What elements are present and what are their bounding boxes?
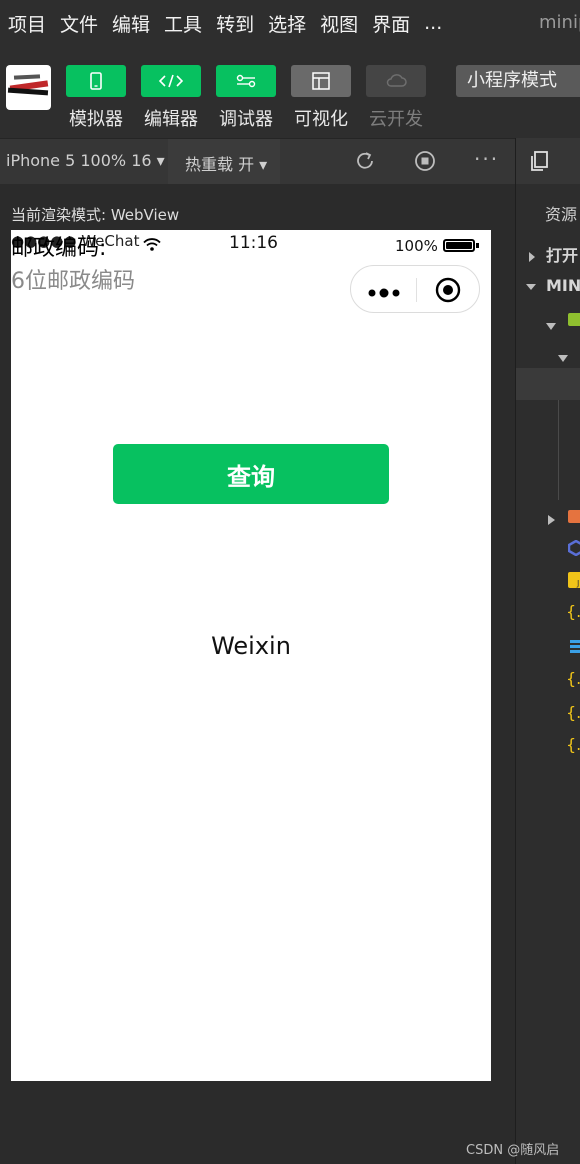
json-file-icon: {.	[566, 703, 580, 722]
simulator-panel: 当前渲染模式: WebView ●●●●● WeChat 11:16 100% …	[0, 184, 516, 1164]
chevron-down-icon[interactable]	[546, 316, 556, 335]
stop-icon[interactable]	[414, 150, 436, 176]
layout-icon	[291, 65, 351, 97]
explorer-panel: 资源 打开 MINI J {. {. {. {.	[516, 138, 580, 1164]
menu-interface[interactable]: 界面	[372, 10, 410, 37]
menu-edit[interactable]: 编辑	[112, 10, 150, 37]
menu-view[interactable]: 视图	[320, 10, 358, 37]
phone-icon	[66, 65, 126, 97]
watermark: CSDN @随风启	[466, 1143, 560, 1158]
svg-text:J: J	[576, 579, 579, 588]
project-section[interactable]: MINI	[516, 276, 580, 295]
chevron-right-icon[interactable]	[548, 510, 556, 529]
hot-reload-label: 热重载 开 ▾	[185, 155, 268, 174]
debugger-button[interactable]: 调试器	[216, 65, 276, 131]
json-file-icon: {.	[566, 602, 580, 621]
debug-icon	[216, 65, 276, 97]
resource-manager-label: 资源	[545, 205, 578, 224]
device-select[interactable]: iPhone 5 100% 16 ▾	[6, 151, 165, 170]
refresh-icon[interactable]	[354, 150, 376, 176]
phone-screen: ●●●●● WeChat 11:16 100% 邮政编码: 6位邮政编码 查询 …	[11, 230, 491, 1081]
visualize-label: 可视化	[294, 109, 348, 130]
wxss-file-icon	[568, 638, 580, 658]
more-icon[interactable]: ···	[474, 147, 499, 171]
visualize-button[interactable]: 可视化	[291, 65, 351, 131]
simulator-toolbar: iPhone 5 100% 16 ▾ 热重载 开 ▾ ···	[0, 138, 516, 185]
battery-icon	[443, 239, 475, 252]
toolbar: 模拟器 编辑器 调试器 可视化 云开发 小程序模式	[0, 46, 580, 138]
open-editors-section[interactable]: 打开	[516, 242, 578, 266]
query-button[interactable]: 查询	[113, 444, 389, 504]
settings-file-icon	[567, 539, 580, 560]
explorer-tabs	[516, 138, 580, 184]
capsule-close-icon[interactable]	[435, 277, 461, 307]
avatar[interactable]	[6, 65, 51, 110]
postal-code-label: 邮政编码:	[11, 236, 107, 261]
debugger-label: 调试器	[219, 109, 273, 130]
menu-file[interactable]: 文件	[60, 10, 98, 37]
json-file-icon: {.	[566, 669, 580, 688]
chevron-down-icon[interactable]	[558, 348, 568, 367]
hot-reload-select[interactable]: 热重载 开 ▾	[168, 139, 280, 185]
cloud-icon	[366, 65, 426, 97]
copy-files-icon[interactable]	[528, 149, 552, 177]
window-title: minip	[539, 12, 580, 33]
menu-capsule	[350, 265, 480, 313]
cloud-dev-button[interactable]: 云开发	[366, 65, 426, 131]
editor-button[interactable]: 编辑器	[141, 65, 201, 131]
json-file-icon: {.	[566, 735, 580, 754]
menu-more[interactable]: ...	[424, 12, 442, 34]
menu-goto[interactable]: 转到	[216, 10, 254, 37]
render-mode-label: 当前渲染模式: WebView	[11, 206, 180, 224]
mode-select[interactable]: 小程序模式	[456, 65, 580, 97]
editor-label: 编辑器	[144, 109, 198, 130]
menu-bar: 项目 文件 编辑 工具 转到 选择 视图 界面 ... minip	[0, 0, 580, 46]
code-icon	[141, 65, 201, 97]
selected-file-row[interactable]	[516, 368, 580, 400]
status-battery: 100%	[395, 237, 438, 255]
simulator-label: 模拟器	[69, 109, 123, 130]
tree-guide	[558, 400, 559, 500]
simulator-button[interactable]: 模拟器	[66, 65, 126, 131]
wifi-icon	[143, 236, 161, 255]
status-time: 11:16	[229, 233, 278, 253]
capsule-more-icon[interactable]	[367, 284, 403, 303]
folder-icon	[568, 508, 580, 528]
postal-code-input[interactable]: 6位邮政编码	[11, 263, 341, 295]
menu-tools[interactable]: 工具	[164, 10, 202, 37]
menu-select[interactable]: 选择	[268, 10, 306, 37]
cloud-dev-label: 云开发	[369, 109, 423, 130]
result-text: Weixin	[211, 632, 291, 660]
folder-icon	[568, 311, 580, 331]
menu-project[interactable]: 项目	[8, 10, 46, 37]
js-file-icon: J	[568, 572, 580, 592]
